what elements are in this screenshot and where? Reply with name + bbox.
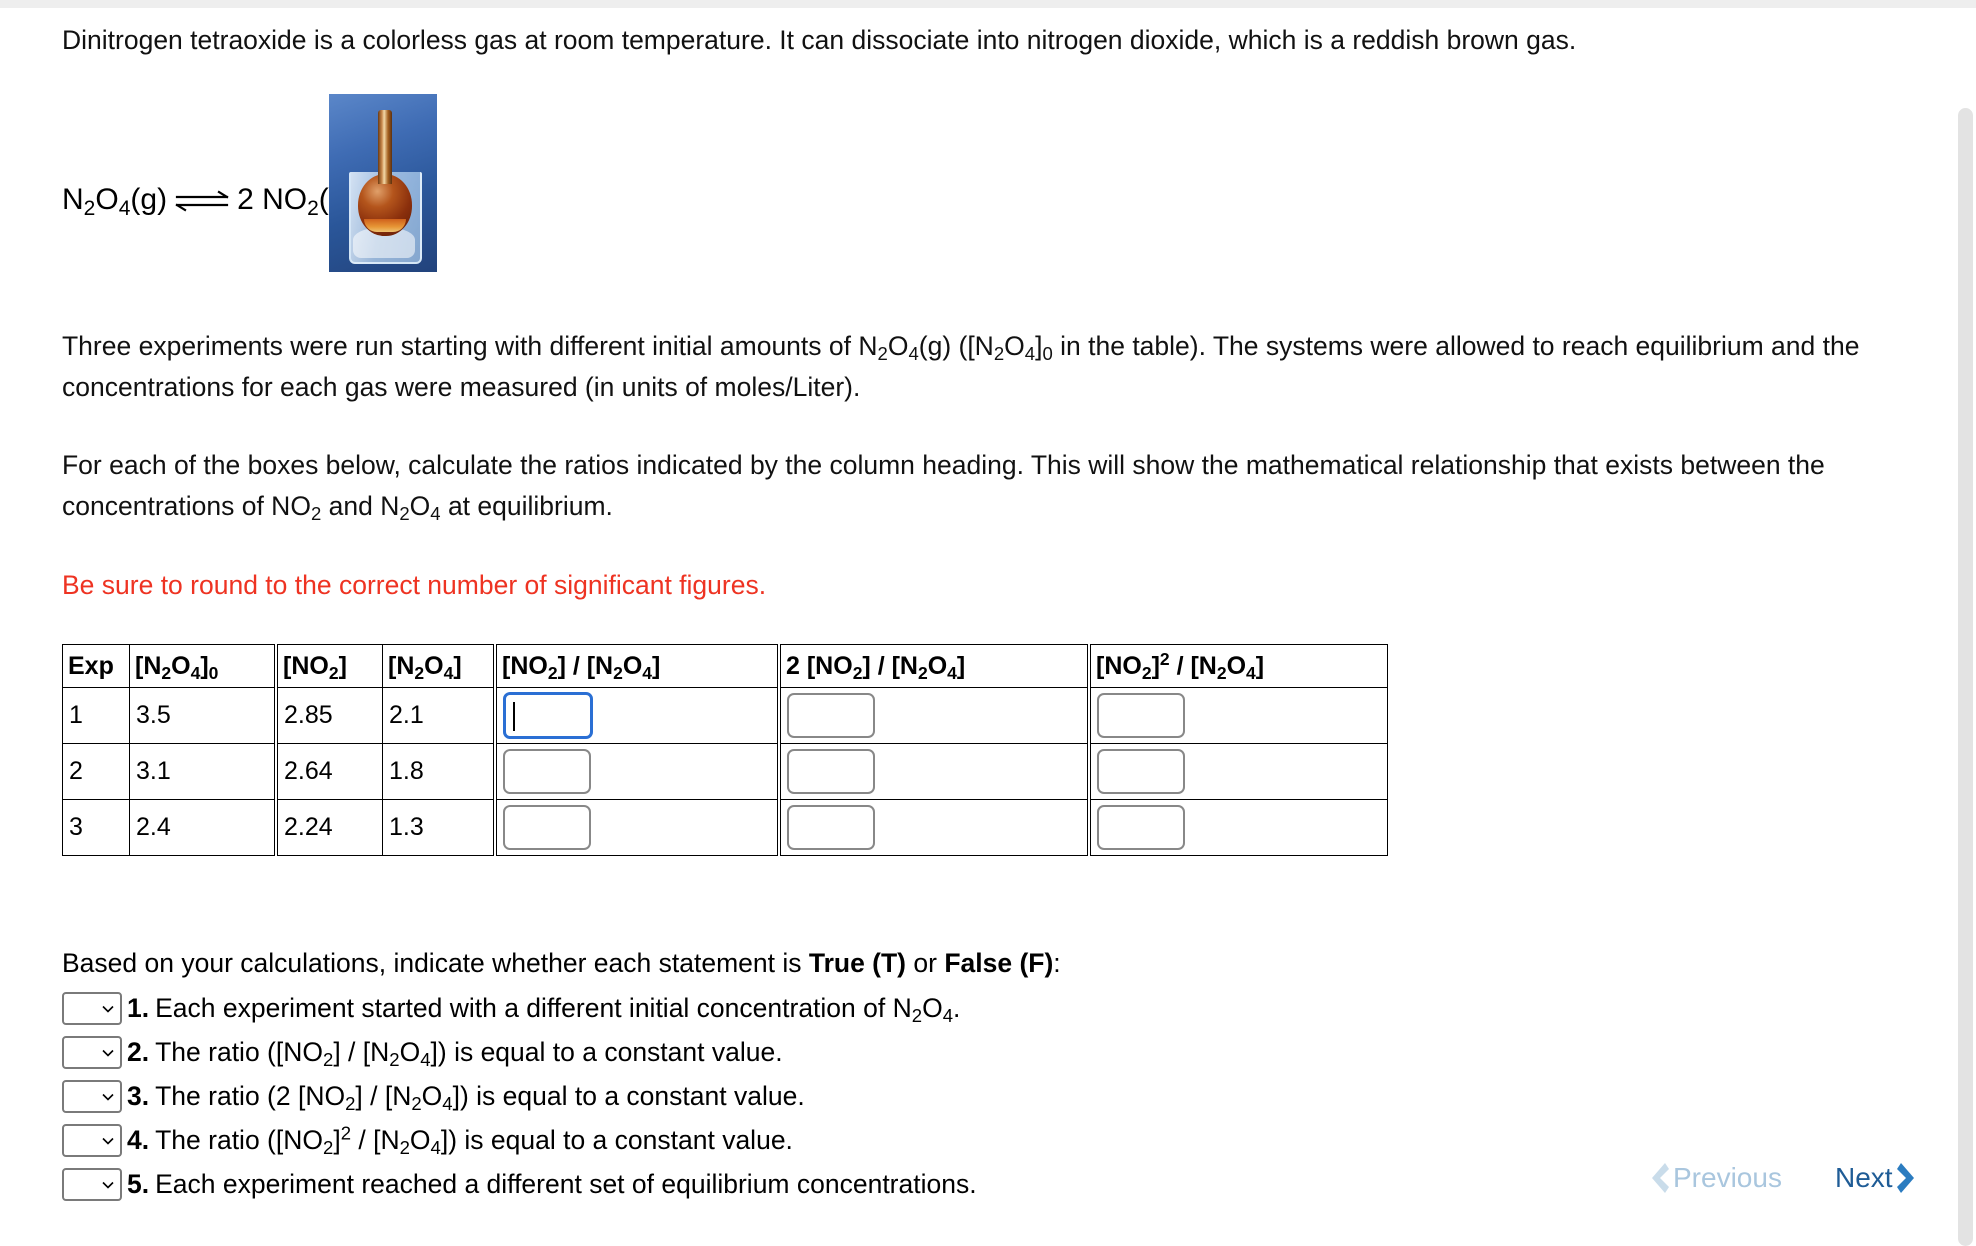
statement-number-4: 4.	[127, 1124, 150, 1155]
answer-input-r2c1[interactable]	[503, 749, 591, 794]
reaction-photo	[329, 94, 437, 272]
statement-text-4: The ratio ([NO2]2 / [N2O4]) is equal to …	[155, 1121, 793, 1158]
tf-select-3[interactable]	[62, 1079, 122, 1113]
previous-button[interactable]: Previous	[1645, 1160, 1782, 1196]
statement-number-3: 3.	[127, 1080, 150, 1111]
scrollbar-track[interactable]	[1954, 8, 1976, 1246]
cell-ratio-2	[777, 687, 1090, 744]
prompt-or: or	[906, 948, 945, 978]
cell-ratio-1	[493, 743, 780, 800]
header-ratio-3: [NO2]2 / [N2O4]	[1087, 644, 1388, 688]
tf-select-2[interactable]	[62, 1035, 122, 1069]
cell-n2o4: 1.3	[382, 799, 496, 856]
chevron-down-icon	[102, 1093, 114, 1101]
tf-select-5[interactable]	[62, 1167, 122, 1201]
answer-input-r3c2[interactable]	[787, 805, 875, 850]
table-row: 2 3.1 2.64 1.8	[62, 743, 1388, 800]
chevron-down-icon	[102, 1005, 114, 1013]
cell-n2o4: 2.1	[382, 687, 496, 744]
tf-select-1[interactable]	[62, 991, 122, 1025]
cell-exp: 2	[62, 743, 130, 800]
answer-input-r3c1[interactable]	[503, 805, 591, 850]
statement-number-1: 1.	[127, 992, 150, 1023]
chevron-down-icon	[102, 1137, 114, 1145]
true-false-block: Based on your calculations, indicate whe…	[62, 943, 1562, 1206]
true-false-row-4: 4. The ratio ([NO2]2 / [N2O4]) is equal …	[62, 1118, 1562, 1162]
answer-input-r3c3[interactable]	[1097, 805, 1185, 850]
cell-no2: 2.64	[274, 743, 383, 800]
cell-initial: 3.5	[129, 687, 277, 744]
header-n2o4: [N2O4]	[382, 644, 496, 688]
statement-number-5: 5.	[127, 1168, 150, 1199]
equation-reactant: N2O4(g)	[62, 183, 168, 220]
warning-text: Be sure to round to the correct number o…	[62, 570, 767, 600]
cell-no2: 2.85	[274, 687, 383, 744]
header-ratio-2: 2 [NO2] / [N2O4]	[777, 644, 1090, 688]
exercise-page: Dinitrogen tetraoxide is a colorless gas…	[0, 8, 1930, 1238]
statement-text-5: Each experiment reached a different set …	[155, 1168, 977, 1199]
header-exp: Exp	[62, 644, 130, 688]
cell-exp: 3	[62, 799, 130, 856]
true-false-prompt: Based on your calculations, indicate whe…	[62, 943, 1562, 984]
answer-input-r1c1[interactable]	[503, 692, 593, 739]
next-button[interactable]: Next	[1835, 1160, 1921, 1196]
cell-ratio-2	[777, 743, 1090, 800]
header-no2: [NO2]	[274, 644, 383, 688]
header-ratio-1: [NO2] / [N2O4]	[493, 644, 780, 688]
previous-label: Previous	[1673, 1162, 1782, 1193]
table-header-row: Exp [N2O4]0 [NO2] [N2O4] [NO2] / [N2O4] …	[62, 644, 1388, 688]
statement-text-1: Each experiment started with a different…	[155, 992, 961, 1026]
tube-shape	[378, 110, 392, 184]
instructions-paragraph: For each of the boxes below, calculate t…	[62, 450, 1825, 525]
cell-exp: 1	[62, 687, 130, 744]
intro-text: Dinitrogen tetraoxide is a colorless gas…	[62, 25, 1577, 55]
true-false-row-1: 1. Each experiment started with a differ…	[62, 986, 1562, 1030]
chevron-right-icon	[1896, 1163, 1914, 1193]
chemical-equation: N2O4(g)2 NO2(g)	[62, 183, 355, 220]
ratios-table: Exp [N2O4]0 [NO2] [N2O4] [NO2] / [N2O4] …	[62, 644, 1388, 856]
cell-ratio-2	[777, 799, 1090, 856]
answer-input-r1c3[interactable]	[1097, 693, 1185, 738]
intro-paragraph: Dinitrogen tetraoxide is a colorless gas…	[62, 20, 1902, 61]
text-caret	[513, 702, 515, 731]
chevron-left-icon	[1652, 1163, 1669, 1193]
chevron-down-icon	[102, 1181, 114, 1189]
prompt-end: :	[1053, 948, 1061, 978]
prompt-true: True (T)	[808, 948, 907, 978]
cell-ratio-3	[1087, 687, 1388, 744]
true-false-row-2: 2. The ratio ([NO2] / [N2O4]) is equal t…	[62, 1030, 1562, 1074]
scrollbar-thumb[interactable]	[1958, 108, 1973, 1246]
prompt-false: False (F)	[944, 948, 1054, 978]
true-false-row-5: 5. Each experiment reached a different s…	[62, 1162, 1562, 1206]
chevron-down-icon	[102, 1049, 114, 1057]
prompt-lead: Based on your calculations, indicate whe…	[62, 948, 809, 978]
experiments-paragraph: Three experiments were run starting with…	[62, 331, 1860, 402]
tf-select-4[interactable]	[62, 1123, 122, 1157]
equilibrium-arrow-icon	[173, 188, 231, 214]
answer-input-r1c2[interactable]	[787, 693, 875, 738]
cell-ratio-3	[1087, 799, 1388, 856]
answer-input-r2c2[interactable]	[787, 749, 875, 794]
header-initial-n2o4: [N2O4]0	[129, 644, 277, 688]
cell-n2o4: 1.8	[382, 743, 496, 800]
table-row: 3 2.4 2.24 1.3	[62, 799, 1388, 856]
cell-ratio-3	[1087, 743, 1388, 800]
cell-ratio-1	[493, 799, 780, 856]
cell-initial: 3.1	[129, 743, 277, 800]
equation-row: N2O4(g)2 NO2(g)	[62, 58, 662, 280]
table-row: 1 3.5 2.85 2.1	[62, 687, 1388, 744]
significant-figures-warning: Be sure to round to the correct number o…	[62, 565, 1562, 606]
cell-no2: 2.24	[274, 799, 383, 856]
answer-input-r2c3[interactable]	[1097, 749, 1185, 794]
statement-number-2: 2.	[127, 1036, 150, 1067]
statement-text-3: The ratio (2 [NO2] / [N2O4]) is equal to…	[155, 1080, 805, 1114]
next-label: Next	[1835, 1162, 1893, 1193]
true-false-row-3: 3. The ratio (2 [NO2] / [N2O4]) is equal…	[62, 1074, 1562, 1118]
pagination-nav: Previous Next	[1645, 1160, 1914, 1214]
cell-initial: 2.4	[129, 799, 277, 856]
cell-ratio-1	[493, 687, 780, 744]
statement-text-2: The ratio ([NO2] / [N2O4]) is equal to a…	[155, 1036, 783, 1070]
top-gray-strip	[0, 0, 1976, 8]
